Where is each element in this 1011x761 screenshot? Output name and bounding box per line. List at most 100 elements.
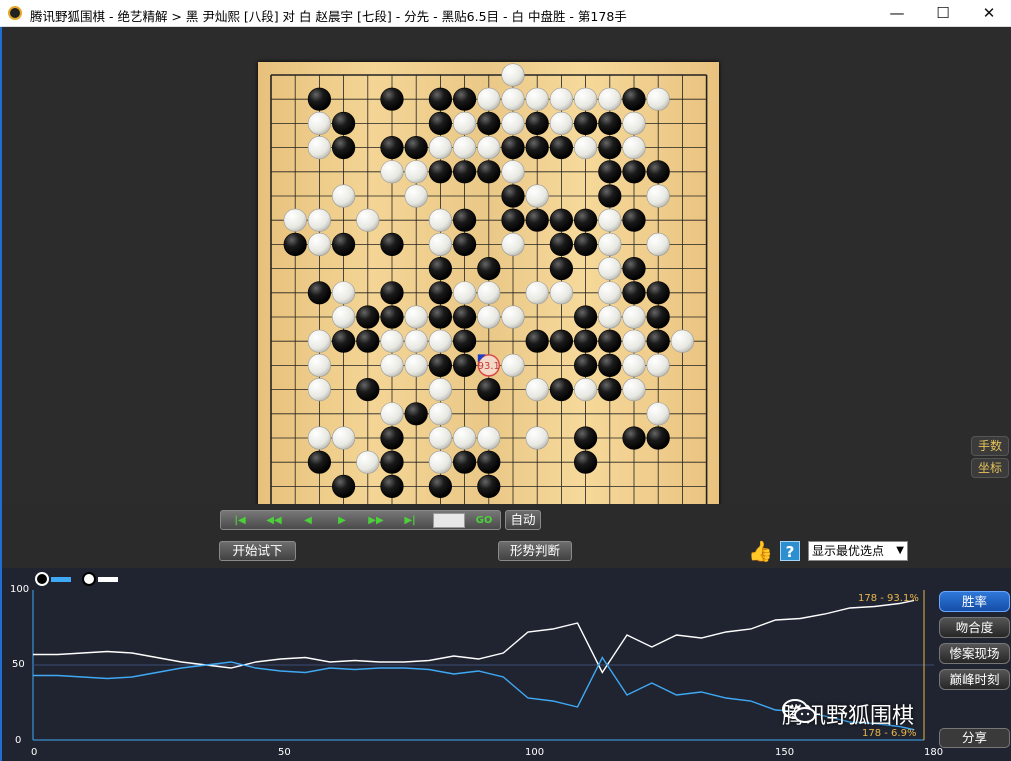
- white-stone: [622, 329, 646, 353]
- best-move-select[interactable]: 显示最优选点 ▼: [808, 541, 908, 561]
- black-stone: [453, 329, 477, 353]
- black-stone: [453, 208, 477, 232]
- black-stone: [307, 87, 332, 111]
- white-stone: [428, 426, 452, 450]
- white-stone: [477, 87, 501, 111]
- black-stone: [356, 378, 380, 402]
- auto-play-button[interactable]: 自动: [505, 510, 541, 530]
- close-button[interactable]: ✕: [966, 0, 1011, 27]
- black-stone: [428, 353, 452, 378]
- black-stone: [477, 160, 501, 184]
- white-stone: [404, 329, 428, 353]
- white-stone: [307, 135, 332, 160]
- board-grid[interactable]: 93.1: [258, 62, 719, 522]
- black-stone: [380, 232, 404, 256]
- black-stone: [598, 329, 622, 353]
- black-stone: [525, 111, 549, 136]
- match-rate-button[interactable]: 吻合度: [939, 617, 1010, 638]
- black-stone: [646, 426, 670, 450]
- white-stone: [428, 402, 452, 426]
- white-stone: [525, 426, 549, 450]
- move-numbers-button[interactable]: 手数: [971, 436, 1009, 456]
- white-stone: [477, 281, 501, 305]
- black-stone: [380, 281, 404, 305]
- move-number-input[interactable]: [433, 513, 465, 528]
- prev-move-button[interactable]: ◀: [293, 513, 323, 528]
- black-stone: [622, 281, 646, 305]
- black-stone: [598, 160, 622, 184]
- black-stone: [380, 87, 404, 111]
- black-stone: [598, 111, 622, 136]
- start-trial-button[interactable]: 开始试下: [219, 541, 296, 561]
- white-stone: [477, 426, 501, 450]
- move-navigation: |◀ ◀◀ ◀ ▶ ▶▶ ▶| GO: [220, 510, 501, 530]
- white-stone: [453, 111, 477, 136]
- black-stone: [428, 111, 452, 136]
- white-stone: [598, 305, 622, 329]
- white-stone: [622, 305, 646, 329]
- black-stone: [646, 305, 670, 329]
- minimize-button[interactable]: —: [874, 0, 920, 27]
- wechat-icon: [782, 699, 816, 723]
- white-stone: [307, 232, 332, 256]
- first-move-button[interactable]: |◀: [225, 513, 255, 528]
- forward-10-button[interactable]: ▶▶: [361, 513, 391, 528]
- black-stone: [331, 474, 356, 499]
- coordinates-button[interactable]: 坐标: [971, 458, 1009, 478]
- judge-button[interactable]: 形势判断: [498, 541, 572, 561]
- white-stone: [525, 87, 549, 111]
- black-stone: [380, 305, 404, 329]
- maximize-button[interactable]: ☐: [920, 0, 966, 27]
- white-stone: [331, 281, 356, 305]
- blunder-button[interactable]: 惨案现场: [939, 643, 1010, 664]
- y-tick: 50: [12, 659, 25, 670]
- last-move-button[interactable]: ▶|: [395, 513, 425, 528]
- go-board[interactable]: 93.1: [258, 62, 719, 522]
- chart-plot[interactable]: [2, 568, 942, 761]
- white-stone: [574, 87, 598, 111]
- white-stone: [622, 111, 646, 136]
- white-stone: [549, 87, 574, 111]
- black-stone: [331, 111, 356, 136]
- black-stone: [307, 450, 332, 474]
- black-stone: [646, 160, 670, 184]
- white-stone: [525, 281, 549, 305]
- white-stone: [646, 353, 670, 378]
- main-area: 93.1 手数 坐标: [0, 27, 1011, 522]
- white-stone: [598, 208, 622, 232]
- black-stone: [622, 87, 646, 111]
- white-stone: [501, 87, 525, 111]
- black-stone: [574, 232, 598, 256]
- window-title: 腾讯野狐围棋 - 绝艺精解 > 黑 尹灿熙 [八段] 对 白 赵晨宇 [七段] …: [30, 9, 627, 24]
- help-icon[interactable]: ?: [780, 541, 800, 561]
- black-stone: [646, 281, 670, 305]
- black-stone: [622, 208, 646, 232]
- black-stone: [574, 426, 598, 450]
- black-stone: [549, 232, 574, 256]
- white-stone: [501, 353, 525, 378]
- white-stone: [501, 305, 525, 329]
- white-stone: [356, 450, 380, 474]
- share-button[interactable]: 分享: [939, 728, 1010, 748]
- y-tick: 100: [10, 584, 30, 595]
- white-stone: [380, 160, 404, 184]
- black-stone: [574, 208, 598, 232]
- white-stone: [331, 184, 356, 208]
- go-button[interactable]: GO: [469, 513, 499, 528]
- x-tick: 50: [278, 747, 291, 758]
- white-stone: [453, 135, 477, 160]
- win-rate-button[interactable]: 胜率: [939, 591, 1010, 612]
- black-stone: [380, 474, 404, 499]
- peak-moment-button[interactable]: 巅峰时刻: [939, 669, 1010, 690]
- thumbs-up-icon[interactable]: 👍: [748, 539, 773, 563]
- black-stone: [622, 426, 646, 450]
- black-stone: [598, 378, 622, 402]
- white-value-label: 178 - 93.1%: [858, 593, 919, 604]
- black-stone: [574, 450, 598, 474]
- white-win-rate-line: [33, 599, 915, 674]
- white-stone: [622, 353, 646, 378]
- x-tick: 0: [31, 747, 38, 758]
- white-stone: [307, 208, 332, 232]
- back-10-button[interactable]: ◀◀: [259, 513, 289, 528]
- next-move-button[interactable]: ▶: [327, 513, 357, 528]
